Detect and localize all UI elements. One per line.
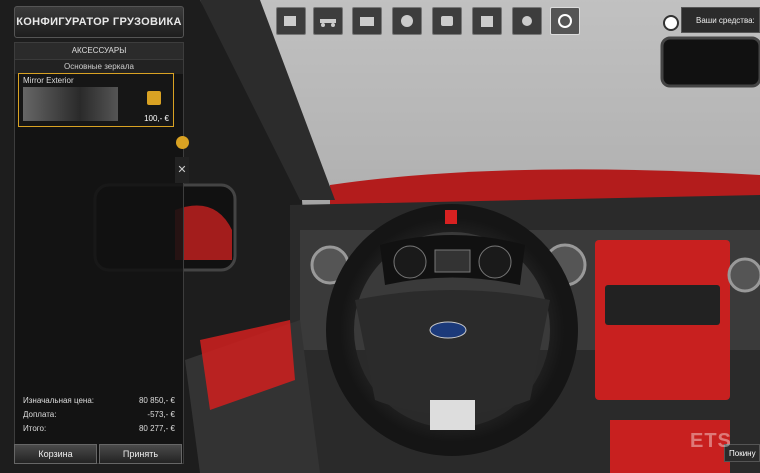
- category-accessories-icon[interactable]: [550, 7, 580, 35]
- cart-button[interactable]: Корзина: [14, 444, 97, 464]
- interior-icon: [481, 16, 493, 27]
- main-mirrors-subheading: Основные зеркала: [15, 59, 183, 74]
- category-chassis-icon[interactable]: [313, 7, 343, 35]
- mirror-exterior-item[interactable]: Mirror Exterior 100,- €: [18, 73, 174, 127]
- accept-button[interactable]: Принять: [99, 444, 182, 464]
- ets-watermark: ETS: [690, 430, 732, 452]
- surcharge-label: Доплата:: [23, 409, 57, 419]
- original-price-value: 80 850,- €: [138, 395, 175, 405]
- price-summary: Изначальная цена: 80 850,- € Доплата: -5…: [15, 393, 183, 443]
- lights-icon: [522, 16, 532, 26]
- engine-icon: [360, 17, 374, 26]
- action-buttons: Корзина Принять: [14, 444, 182, 464]
- surcharge-row: Доплата: -573,- €: [23, 407, 175, 421]
- truck-configurator-title: КОНФИГУРАТОР ГРУЗОВИКА: [14, 6, 184, 38]
- original-price-label: Изначальная цена:: [23, 395, 95, 405]
- total-row: Итого: 80 277,- €: [23, 421, 175, 435]
- your-funds: Ваши средства:: [681, 7, 760, 33]
- category-lights-icon[interactable]: [512, 7, 542, 35]
- transmission-icon: [401, 15, 413, 27]
- accessories-icon: [558, 14, 572, 28]
- item-thumbnail: [23, 87, 118, 121]
- accessories-heading: АКСЕССУАРЫ: [15, 43, 183, 59]
- paint-icon: [441, 16, 453, 26]
- accessories-panel: АКСЕССУАРЫ Основные зеркала Mirror Exter…: [14, 42, 184, 464]
- radio-indicator-icon: [663, 15, 679, 31]
- category-engine-icon[interactable]: [352, 7, 382, 35]
- category-interior-icon[interactable]: [472, 7, 502, 35]
- cabin-icon: [284, 16, 296, 26]
- surcharge-value: -573,- €: [147, 409, 175, 419]
- category-cabin-icon[interactable]: [276, 7, 306, 35]
- category-transmission-icon[interactable]: [392, 7, 422, 35]
- collapse-panel-icon[interactable]: ✕: [175, 157, 189, 183]
- accessory-icon: [147, 91, 161, 105]
- original-price-row: Изначальная цена: 80 850,- €: [23, 393, 175, 407]
- item-price: 100,- €: [144, 114, 169, 123]
- selection-marker-icon: [176, 136, 189, 149]
- category-paint-icon[interactable]: [432, 7, 462, 35]
- item-title: Mirror Exterior: [23, 76, 74, 85]
- chassis-icon: [320, 19, 336, 27]
- total-label: Итого:: [23, 423, 47, 433]
- total-value: 80 277,- €: [138, 423, 175, 433]
